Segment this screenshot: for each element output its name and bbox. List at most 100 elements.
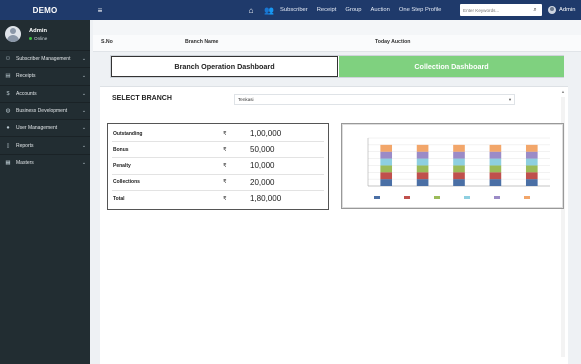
rupee-icon: ₹ [223, 179, 227, 186]
chart-bar [525, 151, 538, 159]
stat-value: 10,000 [250, 161, 275, 171]
stat-label: Total [113, 195, 125, 202]
chevron-down-icon: ⌄ [81, 108, 87, 115]
sidebar-item-business-development[interactable]: ◍ Business Development ⌄ [0, 101, 90, 119]
search-box: ⌕ [460, 4, 542, 16]
branch-table-header: S.No Branch Name Today Auction [93, 35, 581, 52]
receipt-icon: ▤ [5, 73, 11, 80]
nav-group[interactable]: Group [345, 7, 361, 13]
scroll-up-icon[interactable]: ▲ [561, 89, 565, 94]
chevron-down-icon: ⌄ [81, 125, 87, 132]
col-branch-name: Branch Name [185, 39, 219, 45]
search-input[interactable] [460, 7, 530, 13]
chart-bar [525, 144, 538, 152]
sidebar-item-masters[interactable]: ▦ Masters ⌄ [0, 153, 90, 171]
chart-bar [489, 158, 502, 166]
top-nav: ⌂ 👥 Subscriber Receipt Group Auction One… [244, 0, 450, 20]
collection-chart [341, 123, 564, 209]
legend-swatch [374, 196, 380, 199]
chart-bar [525, 165, 538, 173]
sidebar-item-reports[interactable]: ▯ Reports ⌄ [0, 136, 90, 153]
dashboard-toggle: Branch Operation Dashboard Collection Da… [110, 55, 564, 78]
chart-bar [489, 165, 502, 173]
rupee-icon: ₹ [223, 130, 227, 137]
nav-receipt[interactable]: Receipt [317, 7, 337, 13]
chart-bar [416, 172, 429, 180]
select-branch-label: SELECT BRANCH [112, 95, 172, 102]
dropdown-caret-icon: ▾ [508, 96, 512, 102]
chart-bar [380, 144, 393, 152]
chart-bar [453, 165, 465, 173]
chart-bar [489, 179, 502, 186]
table-row: Bonus ₹ 50,000 [112, 142, 324, 159]
legend-swatch [524, 196, 530, 199]
book-icon: ▦ [5, 159, 11, 166]
brand-logo[interactable]: DEMO [0, 0, 90, 20]
search-icon[interactable]: ⌕ [530, 7, 540, 14]
col-sno: S.No [101, 39, 113, 45]
user-avatar-icon [548, 6, 556, 14]
globe-icon: ◍ [5, 108, 11, 115]
sidebar-item-receipts[interactable]: ▤ Receipts ⌄ [0, 67, 90, 84]
chevron-down-icon: ⌄ [81, 73, 87, 80]
chevron-down-icon: ⌄ [81, 159, 87, 166]
stat-label: Penalty [113, 162, 131, 169]
stat-value: 20,000 [250, 177, 275, 187]
chart-bar [525, 172, 538, 180]
table-row: Total ₹ 1,80,000 [112, 191, 324, 207]
sidebar-item-accounts[interactable]: $ Accounts ⌄ [0, 84, 90, 102]
users-icon[interactable]: 👥 [262, 6, 276, 15]
sidebar-item-subscriber-management[interactable]: ⚇ Subscriber Management ⌄ [0, 50, 90, 67]
table-row: Penalty ₹ 10,000 [112, 158, 324, 175]
chart-bar [453, 144, 465, 152]
home-icon[interactable]: ⌂ [244, 6, 258, 15]
rupee-icon: ₹ [223, 146, 227, 153]
branch-select[interactable]: Tenkasi ▾ [234, 94, 515, 105]
user-name: Admin [559, 7, 576, 13]
chevron-down-icon: ⌄ [81, 142, 87, 149]
legend-swatch [434, 196, 440, 199]
chart-bar [380, 179, 393, 186]
table-row: Outstanding ₹ 1,00,000 [112, 126, 324, 143]
user-menu[interactable]: Admin [548, 0, 575, 20]
legend-swatch [404, 196, 410, 199]
chart-bar [489, 172, 502, 180]
stat-label: Bonus [113, 146, 129, 153]
chart-bar [416, 179, 429, 186]
chart-bar [416, 144, 429, 152]
sidebar-item-user-management[interactable]: ● User Management ⌄ [0, 119, 90, 136]
chart-svg [367, 137, 550, 199]
menu-toggle-icon[interactable]: ≡ [94, 6, 106, 15]
chart-bar [416, 151, 429, 159]
chart-bar [489, 151, 502, 159]
main-content: S.No Branch Name Today Auction Branch Op… [90, 20, 581, 364]
chart-bar [416, 158, 429, 166]
user-panel: Admin Online [0, 20, 90, 48]
nav-auction[interactable]: Auction [371, 7, 390, 13]
stat-value: 1,80,000 [250, 194, 282, 204]
rupee-icon: ₹ [223, 195, 227, 202]
top-navbar: DEMO ≡ ⌂ 👥 Subscriber Receipt Group Auct… [0, 0, 581, 20]
chevron-down-icon: ⌄ [81, 56, 87, 63]
chart-bar [380, 165, 393, 173]
chart-bar [453, 151, 465, 159]
rupee-icon: ₹ [223, 162, 227, 169]
chart-bar [380, 151, 393, 159]
col-today-auction: Today Auction [375, 39, 411, 45]
stat-value: 50,000 [250, 145, 275, 155]
chart-bar [380, 172, 393, 180]
chart-bar [453, 179, 465, 186]
user-icon: ● [6, 125, 10, 132]
dollar-icon: $ [6, 90, 10, 97]
avatar [5, 26, 21, 42]
chart-bar [525, 158, 538, 166]
branch-operation-dashboard-button[interactable]: Branch Operation Dashboard [111, 56, 338, 77]
content-top-strip [93, 20, 581, 35]
collection-dashboard-button[interactable]: Collection Dashboard [339, 56, 564, 77]
collection-card: SELECT BRANCH Tenkasi ▾ ▲ Outstanding ₹ … [100, 86, 568, 364]
file-icon: ▯ [6, 142, 10, 149]
nav-one-step-profile[interactable]: One Step Profile [399, 7, 442, 13]
legend-swatch [464, 196, 470, 199]
chart-bar [416, 165, 429, 173]
nav-subscriber[interactable]: Subscriber [280, 7, 308, 13]
